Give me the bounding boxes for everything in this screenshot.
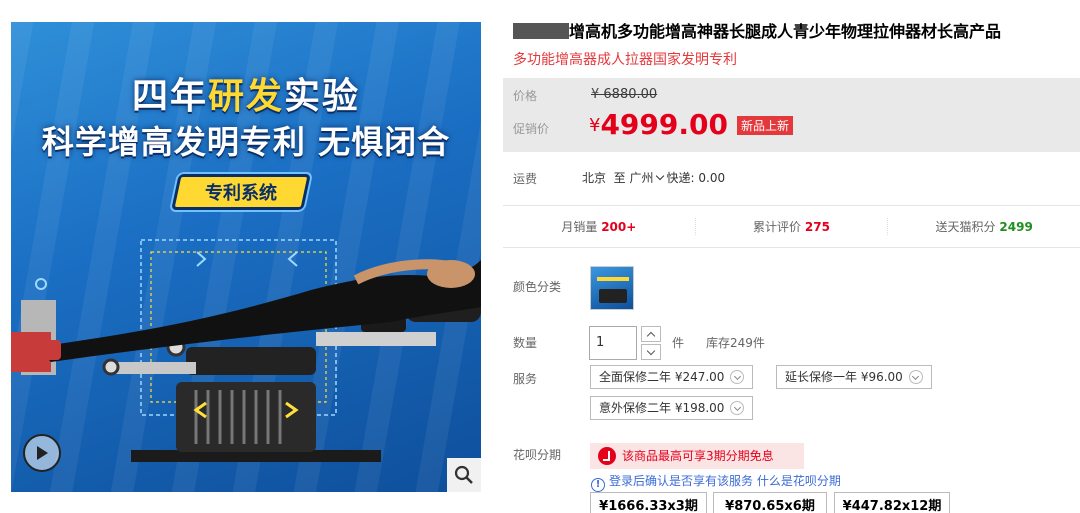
huabei-icon <box>598 447 616 465</box>
shipping-label: 运费 <box>513 172 538 186</box>
destination-selector[interactable]: 广州 <box>630 171 667 185</box>
service-label: 服务 <box>513 372 538 386</box>
quantity-label: 数量 <box>513 336 538 350</box>
quantity-unit: 件 <box>672 336 685 350</box>
zoom-button[interactable] <box>447 458 481 492</box>
patent-system-tag: 专利系统 <box>171 174 311 210</box>
play-icon <box>37 446 48 460</box>
huabei-login-line: ! 登录后确认是否享有该服务 什么是花呗分期 <box>591 472 841 492</box>
installment-option-6[interactable]: ¥870.65x6期 <box>713 492 827 513</box>
product-title: 增高机多功能增高神器长腿成人青少年物理拉伸器材长高产品 <box>503 18 1080 42</box>
redacted-brand <box>513 23 569 39</box>
service-option-extended-warranty[interactable]: 延长保修一年 ¥96.00 <box>776 365 932 389</box>
monthly-sales: 月销量 200+ <box>503 218 696 235</box>
info-icon: ! <box>591 478 605 492</box>
quantity-input[interactable]: 1 <box>589 326 637 360</box>
shipping-info: 北京 至 广州 快递: 0.00 <box>582 171 726 185</box>
quantity-increase-button[interactable] <box>641 326 661 342</box>
chevron-down-icon <box>908 370 923 384</box>
shipping-row: 运费 北京 至 广州 快递: 0.00 <box>503 152 1080 206</box>
main-product-image[interactable]: 四年研发实验 科学增高发明专利 无惧闭合 专利系统 <box>11 22 481 492</box>
original-price-label: 价格 <box>513 89 538 103</box>
chevron-down-icon <box>730 401 745 415</box>
what-is-huabei-link[interactable]: 什么是花呗分期 <box>757 474 841 488</box>
service-option-full-warranty[interactable]: 全面保修二年 ¥247.00 <box>590 365 754 389</box>
product-subtitle: 多功能增高器成人拉器国家发明专利 <box>513 52 737 68</box>
magnifier-icon <box>454 465 473 484</box>
chevron-down-icon <box>655 171 664 181</box>
play-video-button[interactable] <box>23 434 61 472</box>
service-option-accident-warranty[interactable]: 意外保修二年 ¥198.00 <box>590 396 754 420</box>
tmall-points: 送天猫积分 2499 <box>935 220 1033 234</box>
price-box: 价格 ¥ 6880.00 促销价 ¥4999.00 新品上新 <box>503 78 1080 152</box>
promo-subheadline: 科学增高发明专利 无惧闭合 <box>41 123 451 161</box>
huabei-label: 花呗分期 <box>513 448 562 462</box>
color-option-thumbnail[interactable] <box>590 266 634 310</box>
original-price: ¥ 6880.00 <box>591 87 658 102</box>
new-arrival-badge: 新品上新 <box>737 116 794 135</box>
huabei-promo-banner: 该商品最高可享3期分期免息 <box>590 443 804 469</box>
installment-option-3[interactable]: ¥1666.33x3期 <box>590 492 707 513</box>
promo-price-label: 促销价 <box>513 122 550 136</box>
review-count[interactable]: 累计评价 275 <box>696 218 889 235</box>
product-info-panel: 增高机多功能增高神器长腿成人青少年物理拉伸器材长高产品 多功能增高器成人拉器国家… <box>503 18 1080 248</box>
sales-stats: 月销量 200+ 累计评价 275 送天猫积分 2499 <box>503 206 1080 248</box>
login-link[interactable]: 登录后确认是否享有该服务 <box>609 474 753 488</box>
stretch-machine-illustration <box>11 239 481 462</box>
chevron-down-icon <box>730 370 745 384</box>
quantity-decrease-button[interactable] <box>641 344 661 360</box>
color-label: 颜色分类 <box>513 280 562 294</box>
stock-count: 库存249件 <box>706 336 765 350</box>
promo-price: ¥4999.00 <box>589 108 728 141</box>
installment-option-12[interactable]: ¥447.82x12期 <box>834 492 950 513</box>
promo-headline: 四年研发实验 <box>131 76 361 117</box>
